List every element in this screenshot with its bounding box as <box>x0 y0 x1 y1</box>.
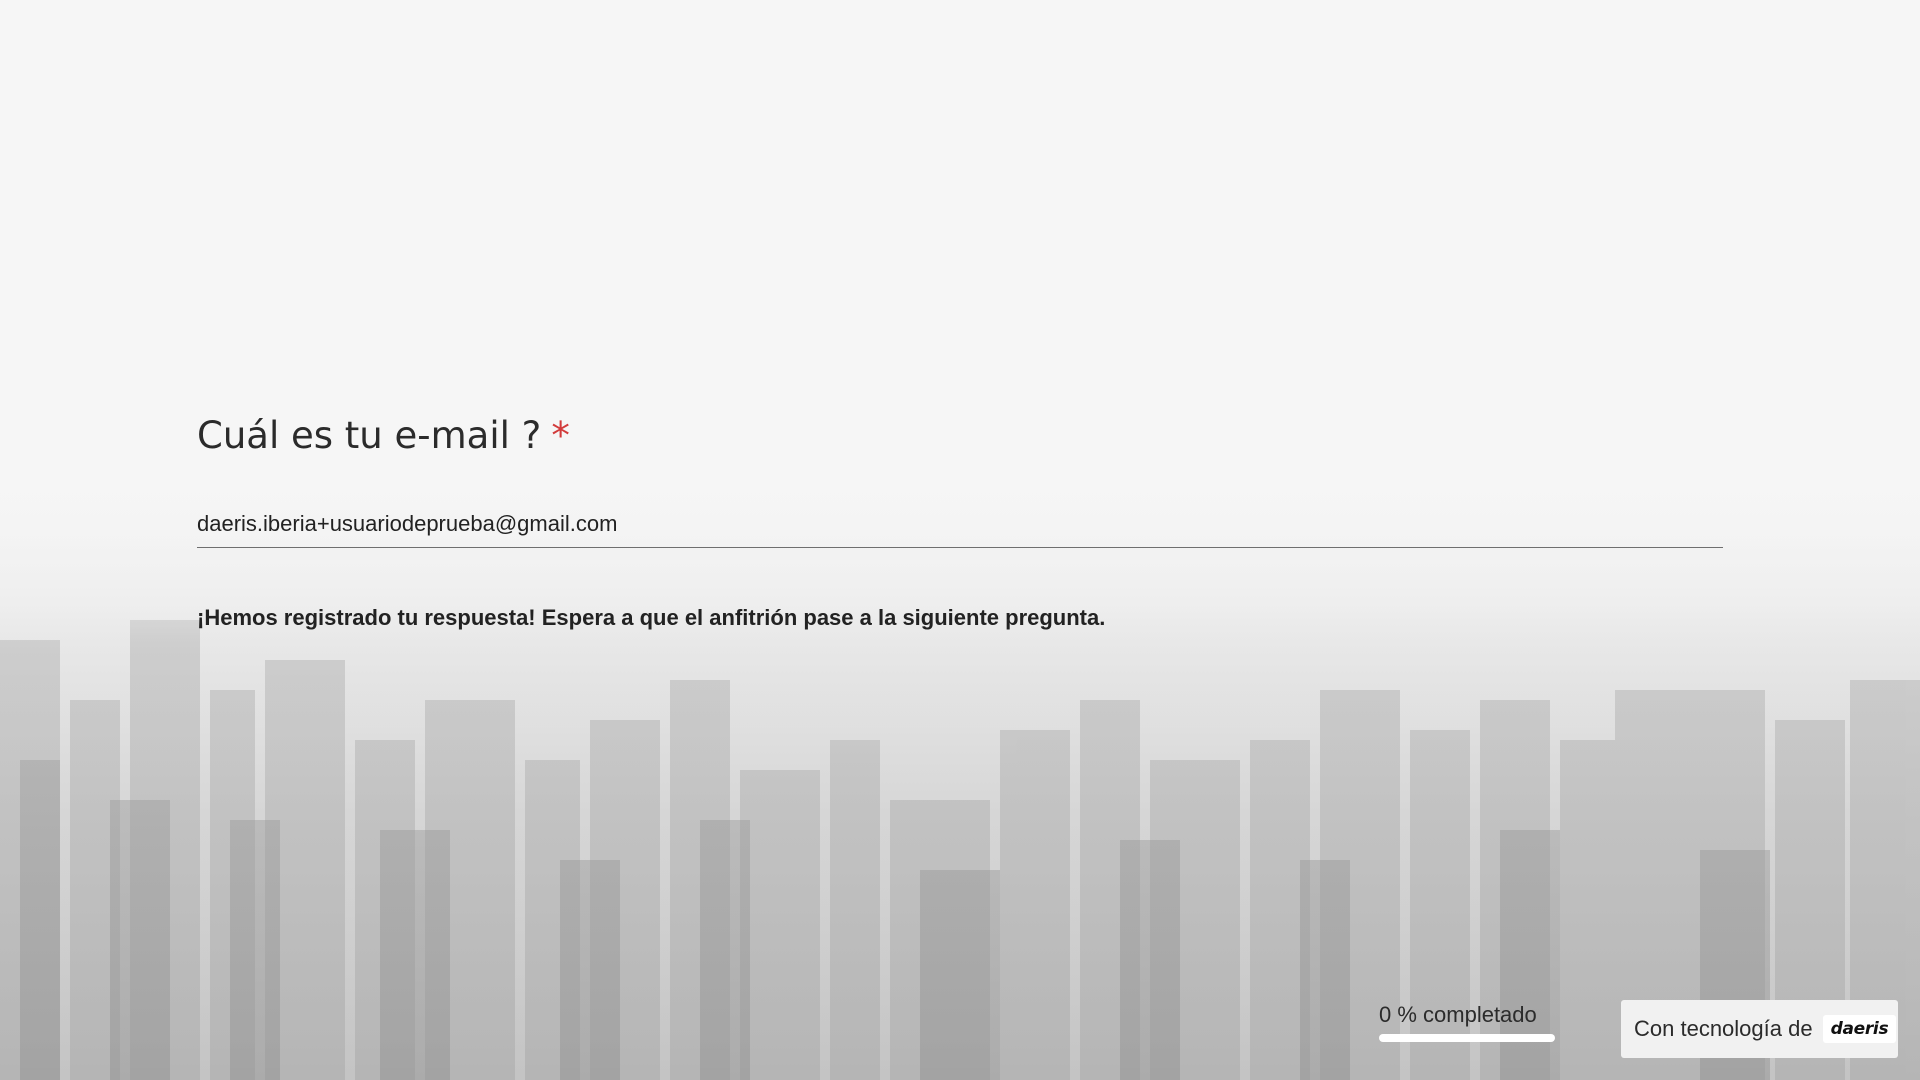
confirmation-message: ¡Hemos registrado tu respuesta! Espera a… <box>197 605 1106 630</box>
email-input[interactable] <box>197 500 1723 548</box>
survey-page: Cuál es tu e-mail ?* ¡Hemos registrado t… <box>0 0 1920 1080</box>
question-text: Cuál es tu e-mail ? <box>197 414 542 457</box>
daeris-logo: daeris <box>1822 1015 1897 1043</box>
powered-by-label: Con tecnología de <box>1634 1016 1813 1041</box>
progress-label: 0 % completado <box>1379 1002 1537 1027</box>
powered-by-link[interactable]: Con tecnología de daeris <box>1621 1000 1898 1058</box>
question-title: Cuál es tu e-mail ? * <box>197 414 570 457</box>
progress-bar <box>1379 1034 1555 1042</box>
required-marker: * <box>551 414 570 457</box>
progress-indicator: 0 % completado <box>1379 1002 1555 1042</box>
